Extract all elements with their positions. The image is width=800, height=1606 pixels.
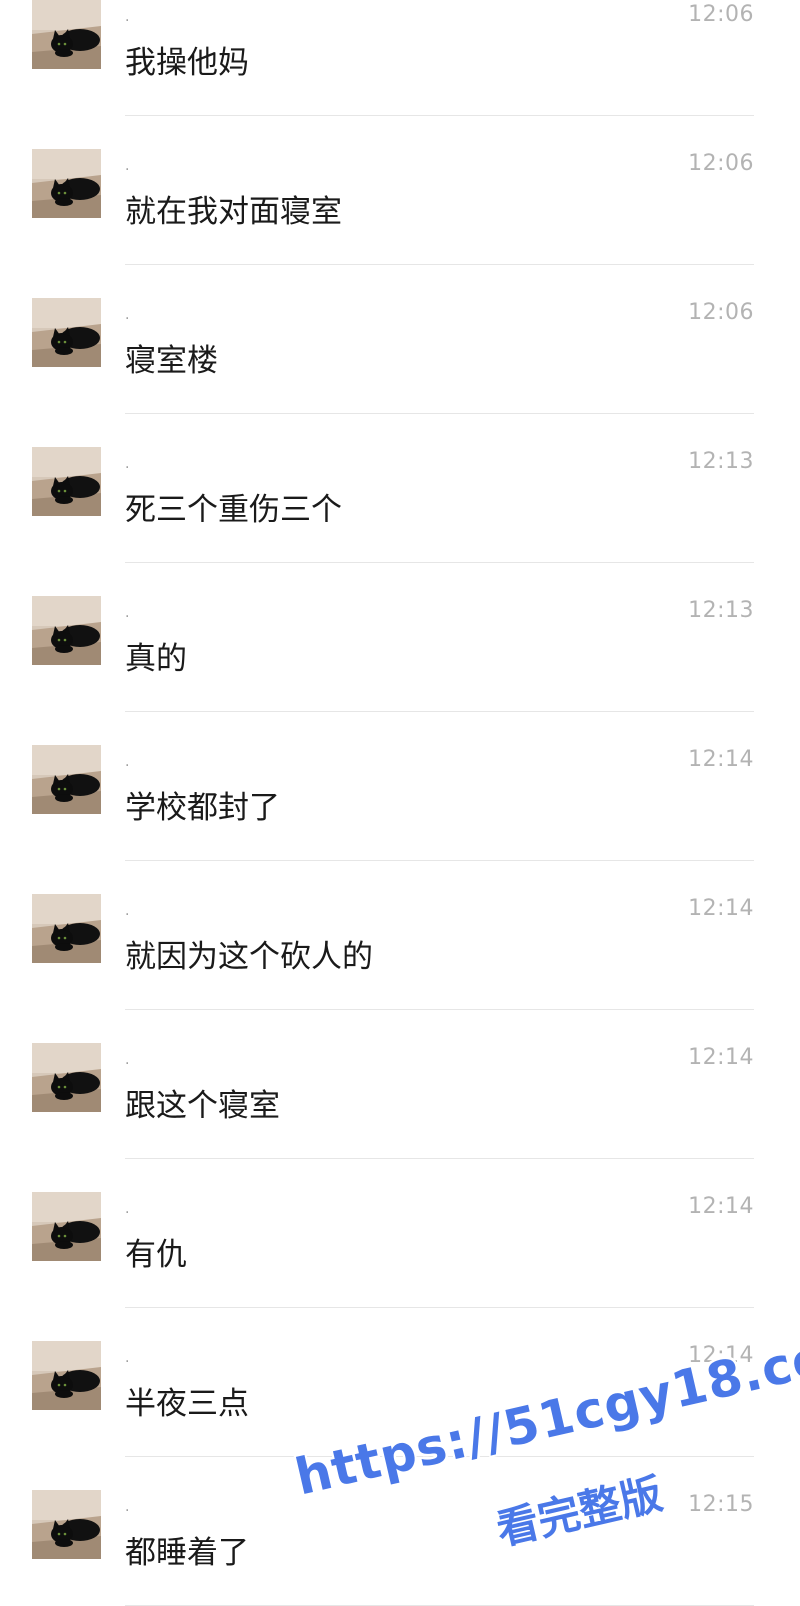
black-cat-avatar-icon bbox=[32, 0, 101, 69]
message-timestamp: 12:14 bbox=[688, 1194, 754, 1219]
chat-message-row[interactable]: . 12:14 跟这个寝室 bbox=[0, 1010, 800, 1159]
avatar[interactable] bbox=[32, 0, 101, 69]
message-timestamp: 12:06 bbox=[688, 300, 754, 325]
avatar[interactable] bbox=[32, 1043, 101, 1112]
message-text: 我操他妈 bbox=[125, 45, 249, 81]
chat-message-row[interactable]: . 12:14 半夜三点 bbox=[0, 1308, 800, 1457]
sender-name: . bbox=[125, 903, 130, 919]
chat-message-row[interactable]: . 12:13 真的 bbox=[0, 563, 800, 712]
avatar[interactable] bbox=[32, 1490, 101, 1559]
sender-name: . bbox=[125, 158, 130, 174]
message-timestamp: 12:14 bbox=[688, 896, 754, 921]
black-cat-avatar-icon bbox=[32, 447, 101, 516]
chat-message-row[interactable]: . 12:13 死三个重伤三个 bbox=[0, 414, 800, 563]
avatar[interactable] bbox=[32, 1341, 101, 1410]
message-text: 死三个重伤三个 bbox=[125, 492, 342, 528]
message-timestamp: 12:14 bbox=[688, 747, 754, 772]
chat-message-row[interactable]: . 12:06 我操他妈 bbox=[0, 0, 800, 116]
message-text: 学校都封了 bbox=[125, 790, 280, 826]
avatar[interactable] bbox=[32, 745, 101, 814]
black-cat-avatar-icon bbox=[32, 1490, 101, 1559]
chat-message-row[interactable]: . 12:14 有仇 bbox=[0, 1159, 800, 1308]
chat-message-list: . 12:06 我操他妈 . 12:06 就在我对面寝室 . 12:06 寝室楼… bbox=[0, 0, 800, 1606]
black-cat-avatar-icon bbox=[32, 745, 101, 814]
black-cat-avatar-icon bbox=[32, 894, 101, 963]
message-timestamp: 12:06 bbox=[688, 2, 754, 27]
sender-name: . bbox=[125, 1052, 130, 1068]
black-cat-avatar-icon bbox=[32, 1192, 101, 1261]
avatar[interactable] bbox=[32, 894, 101, 963]
message-timestamp: 12:14 bbox=[688, 1045, 754, 1070]
sender-name: . bbox=[125, 1499, 130, 1515]
message-text: 就在我对面寝室 bbox=[125, 194, 342, 230]
message-text: 跟这个寝室 bbox=[125, 1088, 280, 1124]
black-cat-avatar-icon bbox=[32, 1043, 101, 1112]
message-text: 寝室楼 bbox=[125, 343, 218, 379]
message-timestamp: 12:15 bbox=[688, 1492, 754, 1517]
message-text: 有仇 bbox=[125, 1237, 187, 1273]
message-text: 都睡着了 bbox=[125, 1535, 249, 1571]
avatar[interactable] bbox=[32, 298, 101, 367]
chat-message-row[interactable]: . 12:06 就在我对面寝室 bbox=[0, 116, 800, 265]
avatar[interactable] bbox=[32, 596, 101, 665]
sender-name: . bbox=[125, 605, 130, 621]
avatar[interactable] bbox=[32, 149, 101, 218]
sender-name: . bbox=[125, 307, 130, 323]
message-timestamp: 12:13 bbox=[688, 598, 754, 623]
avatar[interactable] bbox=[32, 447, 101, 516]
message-text: 真的 bbox=[125, 641, 187, 677]
chat-message-row[interactable]: . 12:14 就因为这个砍人的 bbox=[0, 861, 800, 1010]
message-timestamp: 12:06 bbox=[688, 151, 754, 176]
message-timestamp: 12:14 bbox=[688, 1343, 754, 1368]
chat-message-row[interactable]: . 12:15 都睡着了 bbox=[0, 1457, 800, 1606]
black-cat-avatar-icon bbox=[32, 1341, 101, 1410]
black-cat-avatar-icon bbox=[32, 596, 101, 665]
sender-name: . bbox=[125, 1350, 130, 1366]
chat-message-row[interactable]: . 12:14 学校都封了 bbox=[0, 712, 800, 861]
avatar[interactable] bbox=[32, 1192, 101, 1261]
message-text: 半夜三点 bbox=[125, 1386, 249, 1422]
black-cat-avatar-icon bbox=[32, 149, 101, 218]
sender-name: . bbox=[125, 1201, 130, 1217]
sender-name: . bbox=[125, 754, 130, 770]
message-text: 就因为这个砍人的 bbox=[125, 939, 373, 975]
sender-name: . bbox=[125, 456, 130, 472]
message-timestamp: 12:13 bbox=[688, 449, 754, 474]
chat-message-row[interactable]: . 12:06 寝室楼 bbox=[0, 265, 800, 414]
black-cat-avatar-icon bbox=[32, 298, 101, 367]
sender-name: . bbox=[125, 9, 130, 25]
